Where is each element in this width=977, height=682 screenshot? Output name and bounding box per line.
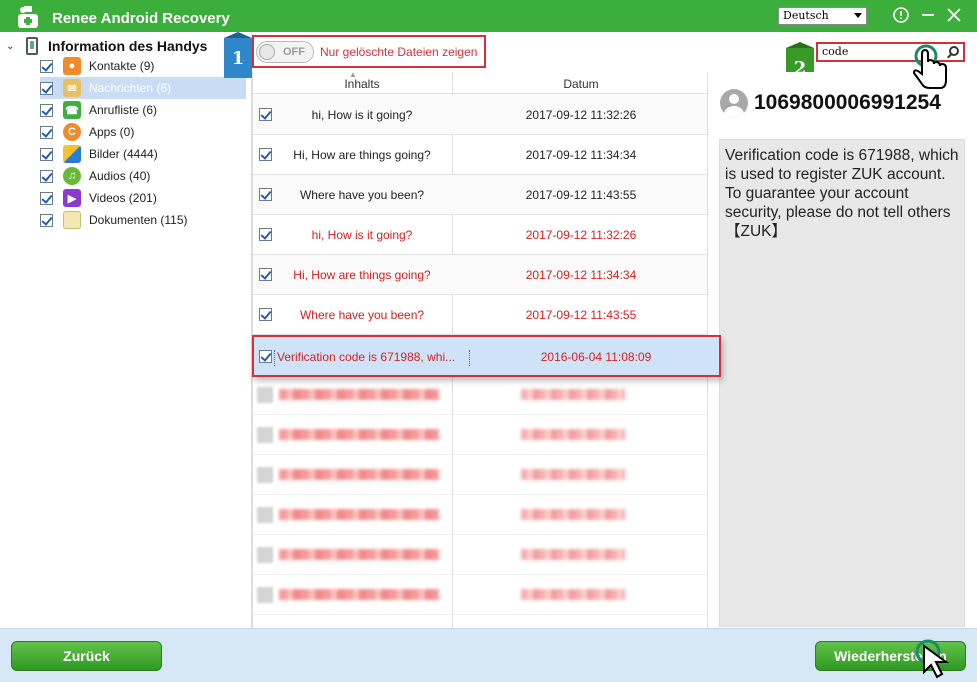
row-content: Where have you been?	[299, 188, 425, 202]
app-logo-icon	[18, 6, 38, 28]
blurred-row	[253, 575, 707, 615]
documents-icon	[63, 211, 81, 229]
tree-root-label: Information des Handys	[48, 38, 208, 54]
checkbox[interactable]	[40, 103, 53, 117]
deleted-filter: OFF Nur gelöschte Dateien zeigen	[252, 35, 486, 68]
videos-icon: ▶	[63, 189, 81, 207]
row-checkbox[interactable]	[259, 188, 272, 201]
cursor-pointer-icon	[915, 639, 950, 679]
checkbox[interactable]	[40, 191, 53, 205]
table-row-deleted[interactable]: Hi, How are things going? 2017-09-12 11:…	[253, 255, 707, 295]
footer-bar: Zurück Wiederherstellen	[0, 628, 977, 682]
minimize-icon[interactable]	[918, 6, 938, 24]
row-date: 2016-06-04 11:08:09	[540, 350, 652, 364]
hand-pointer-icon	[912, 44, 947, 89]
checkbox[interactable]	[40, 125, 53, 139]
table-row-deleted[interactable]: Where have you been? 2017-09-12 11:43:55	[253, 295, 707, 335]
column-header-date[interactable]: Datum	[453, 77, 707, 91]
chevron-down-icon	[854, 13, 862, 18]
tree-root[interactable]: ⌄ Information des Handys	[6, 36, 207, 56]
avatar-icon	[720, 89, 748, 117]
sidebar-item-label: Nachrichten (6)	[89, 81, 172, 95]
sidebar-item-apps[interactable]: C Apps (0)	[40, 121, 246, 143]
row-checkbox[interactable]	[259, 308, 272, 321]
sidebar-item-label: Videos (201)	[89, 191, 157, 205]
table-row-deleted[interactable]: hi, How is it going? 2017-09-12 11:32:26	[253, 215, 707, 255]
audio-icon: ♫	[63, 167, 81, 185]
sidebar-item-label: Anrufliste (6)	[89, 103, 158, 117]
deleted-filter-label: Nur gelöschte Dateien zeigen	[320, 44, 478, 59]
close-icon[interactable]	[944, 6, 964, 24]
row-content: Hi, How are things going?	[293, 268, 431, 282]
table-row[interactable]: Where have you been? 2017-09-12 11:43:55	[253, 175, 707, 215]
sidebar-item-call-log[interactable]: ☎ Anrufliste (6)	[40, 99, 246, 121]
apps-icon: C	[63, 123, 81, 141]
table-row[interactable]: Hi, How are things going? 2017-09-12 11:…	[253, 135, 707, 175]
message-detail-pane: 1069800006991254 Verification code is 67…	[708, 72, 977, 628]
blurred-row	[253, 495, 707, 535]
language-select[interactable]: Deutsch	[778, 7, 867, 25]
call-log-icon: ☎	[63, 101, 81, 119]
deleted-only-toggle[interactable]: OFF	[256, 40, 314, 63]
messages-icon: ✉	[63, 79, 81, 97]
blurred-row	[253, 375, 707, 415]
row-date: 2017-09-12 11:34:34	[525, 268, 637, 282]
sidebar-item-label: Dokumenten (115)	[89, 213, 188, 227]
row-content: Hi, How are things going?	[293, 148, 431, 162]
checkbox[interactable]	[40, 147, 53, 161]
column-header-content[interactable]: Inhalts	[273, 77, 451, 91]
blurred-row	[253, 535, 707, 575]
sidebar-item-messages[interactable]: ✉ Nachrichten (6)	[40, 77, 246, 99]
step-badge-1: 1	[224, 32, 252, 78]
row-date: 2017-09-12 11:32:26	[525, 108, 637, 122]
checkbox[interactable]	[40, 169, 53, 183]
row-date: 2017-09-12 11:34:34	[525, 148, 637, 162]
checkbox[interactable]	[40, 59, 53, 73]
info-icon[interactable]	[891, 6, 911, 24]
checkbox[interactable]	[40, 213, 53, 227]
row-checkbox[interactable]	[259, 148, 272, 161]
search-value: code	[822, 45, 849, 58]
toggle-knob	[259, 43, 275, 60]
app-title: Renee Android Recovery	[52, 10, 230, 27]
message-body: Verification code is 671988, which is us…	[719, 139, 965, 627]
selected-table-row[interactable]: Verification code is 671988, whi... 2016…	[252, 335, 721, 377]
row-checkbox[interactable]	[259, 108, 272, 121]
row-checkbox[interactable]	[259, 350, 272, 363]
back-button[interactable]: Zurück	[11, 641, 162, 671]
row-content: Verification code is 671988, whi...	[274, 350, 470, 366]
blurred-row	[253, 455, 707, 495]
language-value: Deutsch	[783, 9, 829, 22]
sender-number: 1069800006991254	[754, 91, 941, 114]
row-date: 2017-09-12 11:43:55	[525, 188, 637, 202]
table-header: ▲ Inhalts Datum	[253, 72, 707, 94]
chevron-down-icon[interactable]: ⌄	[6, 41, 16, 52]
contacts-icon: ●	[63, 57, 81, 75]
row-checkbox[interactable]	[259, 268, 272, 281]
sidebar-item-pictures[interactable]: Bilder (4444)	[40, 143, 246, 165]
sidebar-item-documents[interactable]: Dokumenten (115)	[40, 209, 246, 231]
row-content: hi, How is it going?	[311, 108, 413, 122]
row-date: 2017-09-12 11:32:26	[525, 228, 637, 242]
sidebar-item-audio[interactable]: ♫ Audios (40)	[40, 165, 246, 187]
toggle-state: OFF	[283, 45, 305, 58]
sidebar-item-label: Apps (0)	[89, 125, 135, 139]
category-sidebar: ⌄ Information des Handys ● Kontakte (9) …	[0, 32, 252, 628]
sidebar-item-label: Kontakte (9)	[89, 59, 155, 73]
sidebar-item-videos[interactable]: ▶ Videos (201)	[40, 187, 246, 209]
row-date: 2017-09-12 11:43:55	[525, 308, 637, 322]
table-row[interactable]: hi, How is it going? 2017-09-12 11:32:26	[253, 95, 707, 135]
sidebar-item-contacts[interactable]: ● Kontakte (9)	[40, 55, 246, 77]
checkbox[interactable]	[40, 81, 53, 95]
row-content: hi, How is it going?	[311, 228, 413, 242]
sidebar-item-label: Audios (40)	[89, 169, 151, 183]
title-bar: Renee Android Recovery Deutsch	[0, 0, 977, 32]
sidebar-item-label: Bilder (4444)	[89, 147, 158, 161]
phone-icon	[26, 37, 38, 55]
pictures-icon	[63, 145, 81, 163]
row-checkbox[interactable]	[259, 228, 272, 241]
sender-header: 1069800006991254	[720, 89, 941, 117]
row-content: Where have you been?	[299, 308, 425, 322]
blurred-row	[253, 415, 707, 455]
